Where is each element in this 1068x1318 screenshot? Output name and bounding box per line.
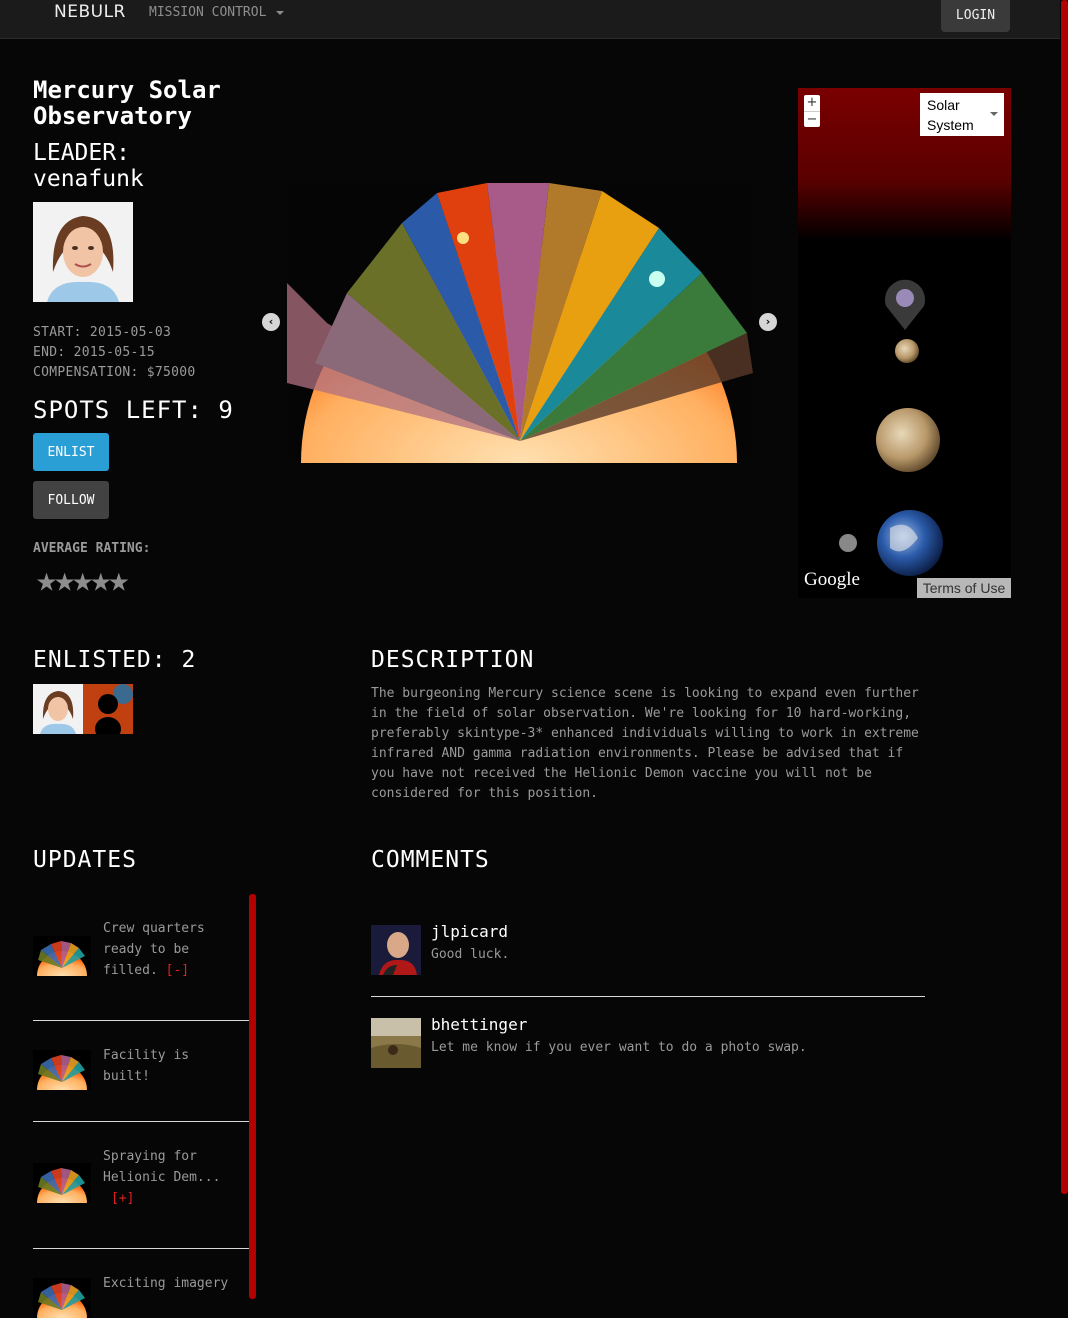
enlisted-heading: ENLISTED: 2 <box>33 647 197 673</box>
update-text-wrap: Exciting imagery <box>103 1273 243 1294</box>
update-text: Crew quarters ready to be filled. <box>103 921 205 978</box>
map-layer-select[interactable]: Solar System <box>920 93 1004 136</box>
commenter-avatar[interactable] <box>371 1018 421 1068</box>
update-divider <box>33 1121 249 1122</box>
brand-logo[interactable]: NEBULR <box>54 2 126 22</box>
comment-divider <box>371 996 925 997</box>
update-text: Spraying for Helionic Dem... <box>103 1149 221 1185</box>
comment-username[interactable]: bhettinger <box>431 1015 527 1034</box>
spots-left: SPOTS LEFT: 9 <box>33 396 234 424</box>
zoom-out-button[interactable]: − <box>804 112 820 128</box>
leader-avatar[interactable] <box>33 202 133 302</box>
start-date: START: 2015-05-03 <box>33 325 172 340</box>
expand-toggle[interactable]: [+] <box>111 1191 134 1206</box>
update-divider <box>33 1020 249 1021</box>
sun-composite-image <box>287 183 753 463</box>
update-text: Facility is built! <box>103 1048 190 1084</box>
update-thumbnail <box>33 936 91 976</box>
comment-text: Good luck. <box>431 947 510 962</box>
carousel-next-icon[interactable]: › <box>759 313 777 331</box>
mission-control-label: MISSION CONTROL <box>149 5 267 20</box>
update-thumbnail <box>33 1163 91 1203</box>
mercury-planet <box>895 339 919 363</box>
update-text-wrap: Facility is built! <box>103 1045 243 1087</box>
enlisted-avatars <box>33 684 133 734</box>
comment-text: Let me know if you ever want to do a pho… <box>431 1040 807 1055</box>
enlisted-avatar-2[interactable] <box>83 684 133 734</box>
leader-label: LEADER: <box>33 140 130 166</box>
follow-button[interactable]: FOLLOW <box>33 481 109 519</box>
update-text-wrap: Spraying for Helionic Dem... [+] <box>103 1146 243 1209</box>
map-terms-link[interactable]: Terms of Use <box>917 578 1011 598</box>
compensation: COMPENSATION: $75000 <box>33 365 196 380</box>
update-text: Exciting imagery <box>103 1276 229 1291</box>
venus-planet <box>876 408 940 472</box>
chevron-down-icon <box>276 10 285 15</box>
rating-stars[interactable]: ★★★★★ <box>36 560 129 600</box>
commenter-avatar[interactable] <box>371 925 421 975</box>
leader-block: LEADER: venafunk <box>33 140 144 192</box>
map-canvas[interactable] <box>798 88 1011 598</box>
description-text: The burgeoning Mercury science scene is … <box>371 686 919 801</box>
updates-heading: UPDATES <box>33 847 137 873</box>
dropdown-arrow-icon <box>990 112 998 116</box>
enlisted-avatar-1[interactable] <box>33 684 83 734</box>
rating-label: AVERAGE RATING: <box>33 541 151 556</box>
update-text-wrap: Crew quarters ready to be filled. [-] <box>103 918 243 981</box>
update-divider <box>33 1248 249 1249</box>
map-zoom-control: + − <box>804 95 820 127</box>
collapse-toggle[interactable]: [-] <box>166 963 189 978</box>
comments-heading: COMMENTS <box>371 847 490 873</box>
leader-name[interactable]: venafunk <box>33 166 144 192</box>
image-carousel <box>287 183 753 463</box>
end-date: END: 2015-05-15 <box>33 345 155 360</box>
enlist-button[interactable]: ENLIST <box>33 433 109 471</box>
update-thumbnail <box>33 1278 91 1318</box>
moon <box>839 534 857 552</box>
updates-scrollbar[interactable] <box>249 894 256 1299</box>
update-thumbnail <box>33 1050 91 1090</box>
map-layer-value: Solar System <box>927 97 974 133</box>
mission-dates: START: 2015-05-03 END: 2015-05-15 COMPEN… <box>33 323 196 383</box>
description-heading: DESCRIPTION <box>371 647 535 673</box>
carousel-prev-icon[interactable]: ‹ <box>262 313 280 331</box>
mission-control-menu[interactable]: MISSION CONTROL <box>149 5 285 20</box>
solar-system-map[interactable]: + − Solar System Google Terms of Use <box>798 88 1011 598</box>
top-navbar: NEBULR MISSION CONTROL LOGIN <box>0 0 1060 39</box>
mission-title: Mercury Solar Observatory <box>33 76 221 130</box>
zoom-in-button[interactable]: + <box>804 95 820 112</box>
comment-username[interactable]: jlpicard <box>431 922 508 941</box>
login-button[interactable]: LOGIN <box>941 0 1010 32</box>
google-logo: Google <box>804 569 860 590</box>
page-scrollbar[interactable] <box>1061 0 1068 1194</box>
